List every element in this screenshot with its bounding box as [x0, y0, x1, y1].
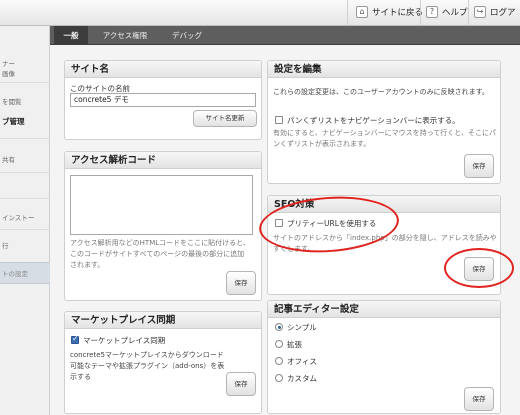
- edit-settings-description: これらの設定変更は、このユーザーアカウントのみに反映されます。: [273, 88, 489, 96]
- editor-option-extended-label: 拡張: [287, 340, 302, 349]
- analytics-code-heading: アクセス解析コード: [65, 152, 261, 169]
- seo-heading: SEO対策: [268, 196, 500, 213]
- seo-save-button[interactable]: 保存: [464, 257, 494, 281]
- pretty-url-checkbox[interactable]: [275, 219, 283, 227]
- edit-settings-panel: 設定を編集 これらの設定変更は、このユーザーアカウントのみに反映されます。 パン…: [267, 60, 501, 184]
- logout-link[interactable]: ↪ ログア: [474, 6, 516, 18]
- sidebar-divider: [0, 198, 50, 199]
- sidebar-divider: [0, 82, 50, 83]
- marketplace-sync-panel: マーケットプレイス同期 マーケットプレイス同期 concrete5マーケットプレ…: [64, 311, 262, 414]
- home-icon: ⌂: [356, 6, 368, 18]
- help-link[interactable]: ? ヘルプ: [426, 6, 468, 18]
- tab-access-permissions[interactable]: アクセス権限: [92, 26, 158, 45]
- editor-option-custom-label: カスタム: [287, 374, 317, 383]
- dashboard-sidebar: ナー 画像 を閲覧 ブ管理 共有 インストー 行 トの設定: [0, 26, 50, 415]
- marketplace-save-button[interactable]: 保存: [226, 372, 256, 396]
- back-to-site-link[interactable]: ⌂ サイトに戻る: [356, 6, 423, 18]
- analytics-code-panel: アクセス解析コード アクセス解析用などのHTMLコードをここに貼付けると、このコ…: [64, 151, 262, 301]
- help-label: ヘルプ: [442, 8, 468, 18]
- site-name-panel: サイト名 このサイトの名前 concrete5 デモ サイト名更新: [64, 60, 262, 140]
- editor-settings-save-button[interactable]: 保存: [464, 387, 494, 411]
- marketplace-sync-help: concrete5マーケットプレイスからダウンロード可能なテーマや拡張プラグイン…: [70, 351, 225, 381]
- sidebar-item-share[interactable]: 共有: [2, 154, 52, 164]
- site-name-heading: サイト名: [65, 61, 261, 78]
- update-site-name-button[interactable]: サイト名更新: [193, 110, 257, 127]
- toolbar-separator: [347, 0, 348, 26]
- seo-panel: SEO対策 プリティーURLを使用する サイトのアドレスから「index.php…: [267, 195, 501, 295]
- marketplace-sync-heading: マーケットプレイス同期: [65, 312, 261, 329]
- sidebar-item-browse[interactable]: を閲覧: [2, 96, 52, 106]
- editor-option-simple-label: シンプル: [287, 323, 317, 332]
- edit-settings-heading: 設定を編集: [268, 61, 500, 78]
- logout-icon: ↪: [474, 6, 486, 18]
- tab-general[interactable]: 一般: [54, 26, 88, 45]
- breadcrumb-nav-help: 有効にすると、ナビゲーションバーにマウスを持って行くと、そこにパンくずリストが表…: [273, 129, 497, 148]
- editor-settings-panel: 記事エディター設定 シンプル 拡張 オフィス カスタム 保存: [267, 300, 501, 414]
- pretty-url-help: サイトのアドレスから「index.php」の部分を隠し、アドレスを読みやすくしま…: [273, 234, 497, 253]
- breadcrumb-nav-checkbox[interactable]: [275, 116, 283, 124]
- help-icon: ?: [426, 6, 438, 18]
- site-name-input[interactable]: concrete5 デモ: [70, 93, 256, 107]
- editor-option-simple-radio[interactable]: [275, 323, 283, 331]
- logout-label: ログア: [490, 8, 516, 18]
- marketplace-sync-checkbox-label: マーケットプレイス同期: [83, 336, 166, 345]
- back-to-site-label: サイトに戻る: [372, 8, 424, 18]
- sidebar-item-install[interactable]: インストー: [2, 212, 52, 222]
- sidebar-item-management[interactable]: ブ管理: [2, 116, 52, 127]
- sidebar-item-site-settings[interactable]: トの設定: [0, 262, 50, 284]
- toolbar-separator: [468, 0, 469, 26]
- settings-tab-bar: 一般 アクセス権限 デバッグ: [50, 26, 520, 45]
- marketplace-sync-checkbox[interactable]: [71, 334, 79, 344]
- toolbar-separator: [420, 0, 421, 26]
- pretty-url-checkbox-label: プリティーURLを使用する: [287, 219, 377, 228]
- sidebar-item-run[interactable]: 行: [2, 240, 52, 250]
- breadcrumb-nav-checkbox-label: パンくずリストをナビゲーションバーに表示する。: [287, 116, 460, 125]
- editor-option-extended-radio[interactable]: [275, 340, 283, 348]
- sidebar-divider: [0, 138, 50, 139]
- sidebar-divider: [0, 229, 50, 230]
- analytics-code-help: アクセス解析用などのHTMLコードをここに貼付けると、このコードがサイトすべての…: [70, 239, 250, 269]
- analytics-save-button[interactable]: 保存: [226, 271, 256, 295]
- sidebar-item-partial[interactable]: ナー: [2, 58, 52, 68]
- edit-settings-save-button[interactable]: 保存: [464, 154, 494, 178]
- editor-settings-heading: 記事エディター設定: [268, 301, 500, 318]
- tab-debug[interactable]: デバッグ: [162, 26, 212, 45]
- top-toolbar: ⌂ サイトに戻る ? ヘルプ ↪ ログア: [0, 0, 520, 26]
- editor-option-office-label: オフィス: [287, 357, 317, 366]
- editor-option-custom-radio[interactable]: [275, 374, 283, 382]
- sidebar-item-images[interactable]: 画像: [2, 68, 52, 78]
- analytics-code-textarea[interactable]: [70, 175, 253, 235]
- editor-option-office-radio[interactable]: [275, 357, 283, 365]
- sidebar-divider: [0, 172, 50, 173]
